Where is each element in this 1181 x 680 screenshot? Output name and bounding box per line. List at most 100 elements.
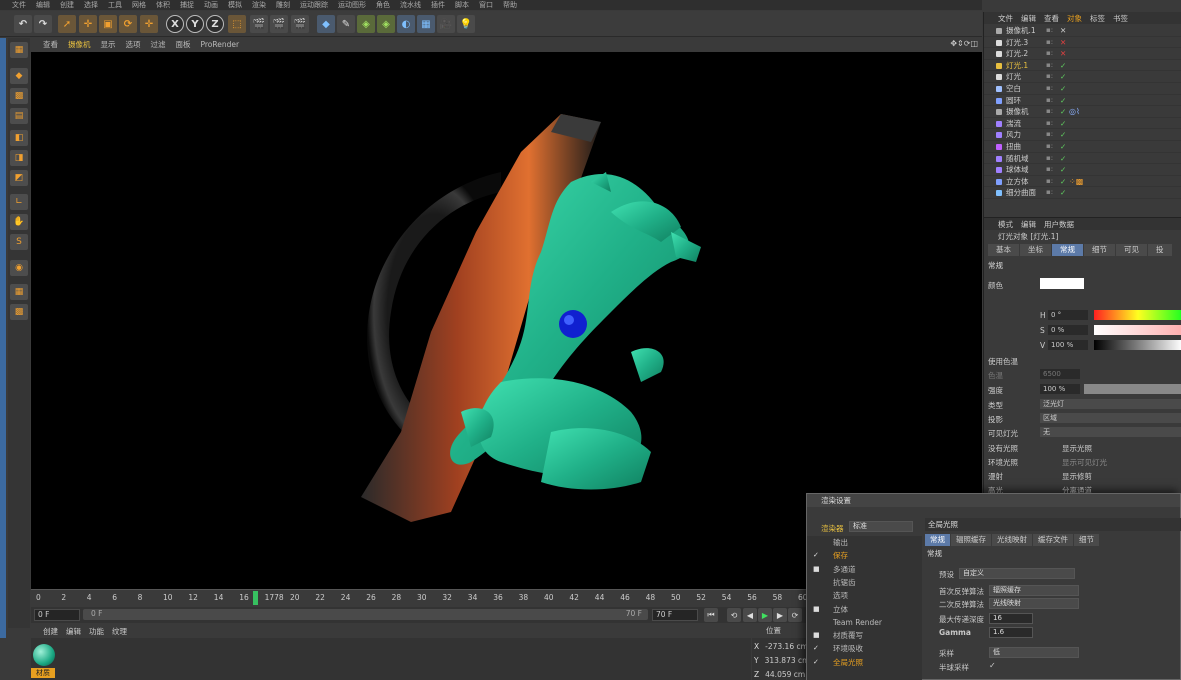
menu-item[interactable]: 动画: [204, 0, 218, 10]
hemisphere-sampling-checkbox[interactable]: ✓: [989, 661, 996, 670]
menu-item[interactable]: 渲染: [252, 0, 266, 10]
object-name[interactable]: 摄像机: [1006, 106, 1029, 117]
layer-flag-icon[interactable]: ▪:: [1046, 83, 1053, 94]
render-setting-item[interactable]: ✓ 环境吸收: [807, 642, 922, 655]
record-icon[interactable]: ⟳: [788, 608, 802, 622]
hue-slider[interactable]: [1094, 310, 1181, 320]
render-setting-item[interactable]: 选项: [807, 589, 922, 602]
object-name[interactable]: 灯光.3: [1006, 37, 1028, 48]
object-name[interactable]: 圆环: [1006, 95, 1021, 106]
object-name[interactable]: 扭曲: [1006, 141, 1021, 152]
visible-light-dropdown[interactable]: 无: [1040, 427, 1181, 437]
layer-flag-icon[interactable]: ▪:: [1046, 118, 1053, 129]
tweak-icon[interactable]: ✋: [10, 214, 28, 230]
object-name[interactable]: 风力: [1006, 129, 1021, 140]
camera-tag-icon[interactable]: ◎⌇: [1069, 106, 1080, 117]
viewport-nav-icons[interactable]: ✥⇕⟳◫: [950, 39, 978, 48]
secondary-method-dropdown[interactable]: 光线映射: [989, 598, 1079, 609]
layer-flag-icon[interactable]: ▪:: [1046, 60, 1053, 71]
material-menu-create[interactable]: 创建: [43, 626, 58, 637]
object-name[interactable]: 摄像机.1: [1006, 25, 1036, 36]
render-setting-item[interactable]: ■ 材质覆写: [807, 629, 922, 642]
samples-dropdown[interactable]: 低: [989, 647, 1079, 658]
object-name[interactable]: 空白: [1006, 83, 1021, 94]
type-dropdown[interactable]: 泛光灯: [1040, 399, 1181, 409]
object-name[interactable]: 湍流: [1006, 118, 1021, 129]
layer-flag-icon[interactable]: ▪:: [1046, 176, 1053, 187]
render-setting-item[interactable]: 输出: [807, 536, 922, 549]
material-menu-edit[interactable]: 编辑: [66, 626, 81, 637]
deformer-icon[interactable]: ◈: [377, 15, 395, 33]
pen-icon[interactable]: ✎: [337, 15, 355, 33]
saturation-slider[interactable]: [1094, 325, 1181, 335]
layer-flag-icon[interactable]: ▪:: [1046, 129, 1053, 140]
menu-item[interactable]: 帮助: [503, 0, 517, 10]
axis-mode-icon[interactable]: ∟: [10, 194, 28, 210]
viewport-menu-camera[interactable]: 摄像机: [68, 39, 91, 50]
render-setting-item[interactable]: ■ 立体: [807, 603, 922, 616]
loop-icon[interactable]: ⟲: [727, 608, 741, 622]
shadow-dropdown[interactable]: 区域: [1040, 413, 1181, 423]
render-setting-item[interactable]: ✓ 保存: [807, 549, 922, 562]
layer-flag-icon[interactable]: ▪:: [1046, 48, 1053, 59]
object-row[interactable]: 扭曲 ▪: ✓: [984, 141, 1181, 153]
menu-item[interactable]: 文件: [12, 0, 26, 10]
render-settings-icon[interactable]: 🎬: [291, 15, 309, 33]
render-setting-checkbox[interactable]: ■: [813, 629, 820, 642]
menu-item[interactable]: 运动图形: [338, 0, 366, 10]
menu-item[interactable]: 窗口: [479, 0, 493, 10]
use-temperature-label[interactable]: 使用色温: [988, 356, 1018, 367]
x-axis-button[interactable]: X: [166, 15, 184, 33]
menu-item[interactable]: 工具: [108, 0, 122, 10]
gi-tab[interactable]: 缓存文件: [1033, 534, 1073, 546]
visibility-check-icon[interactable]: ✓: [1060, 176, 1066, 187]
viewport-menu-options[interactable]: 选项: [126, 39, 141, 50]
timeline-ruler[interactable]: 0 2 4 6 8 10 12 14 16 1778 20 22 24 26 28 30 32 34 36 38 40 4…: [31, 589, 811, 606]
grid-icon[interactable]: ▩: [10, 304, 28, 320]
render-setting-item[interactable]: Team Render: [807, 616, 922, 629]
menu-item[interactable]: 捕捉: [180, 0, 194, 10]
visibility-check-icon[interactable]: ✓: [1060, 118, 1066, 129]
layer-flag-icon[interactable]: ▪:: [1046, 25, 1053, 36]
select-tool-icon[interactable]: ➚: [58, 15, 76, 33]
menu-item[interactable]: 体积: [156, 0, 170, 10]
field-icon[interactable]: ◐: [397, 15, 415, 33]
render-setting-checkbox[interactable]: ■: [813, 563, 820, 576]
object-row[interactable]: 灯光.1 ▪: ✓: [984, 60, 1181, 72]
value-slider[interactable]: [1094, 340, 1181, 350]
show-clipping-checkbox[interactable]: 显示修剪: [1062, 471, 1092, 482]
material-name-label[interactable]: 材质: [31, 668, 55, 678]
snap-icon[interactable]: ◉: [10, 260, 28, 276]
menu-item[interactable]: 创建: [60, 0, 74, 10]
render-setting-item[interactable]: 抗锯齿: [807, 576, 922, 589]
intensity-field[interactable]: 100 %: [1040, 384, 1080, 394]
menu-item[interactable]: 脚本: [455, 0, 469, 10]
menu-item[interactable]: 角色: [376, 0, 390, 10]
menu-item[interactable]: 网格: [132, 0, 146, 10]
render-view-icon[interactable]: 🎬: [250, 15, 268, 33]
menu-item[interactable]: 插件: [431, 0, 445, 10]
object-name[interactable]: 灯光: [1006, 71, 1021, 82]
visibility-check-icon[interactable]: ✓: [1060, 83, 1066, 94]
visibility-check-icon[interactable]: ✕: [1060, 37, 1066, 48]
end-frame-field[interactable]: 70 F: [652, 609, 698, 621]
last-tool-icon[interactable]: ✛: [140, 15, 158, 33]
object-row[interactable]: 球体域 ▪: ✓: [984, 164, 1181, 176]
primary-method-dropdown[interactable]: 辐照缓存: [989, 585, 1079, 596]
attribute-tab[interactable]: 投: [1148, 244, 1172, 256]
object-row[interactable]: 随机域 ▪: ✓: [984, 153, 1181, 165]
viewport-menu-display[interactable]: 显示: [101, 39, 116, 50]
object-row[interactable]: 灯光.3 ▪: ✕: [984, 37, 1181, 49]
gi-tab[interactable]: 辐照缓存: [951, 534, 991, 546]
undo-icon[interactable]: ↶: [14, 15, 32, 33]
object-row[interactable]: 湍流 ▪: ✓: [984, 118, 1181, 130]
visibility-check-icon[interactable]: ✓: [1060, 153, 1066, 164]
polygons-mode-icon[interactable]: ◩: [10, 170, 28, 186]
move-tool-icon[interactable]: ✛: [79, 15, 97, 33]
s-field[interactable]: 0 %: [1048, 325, 1088, 335]
attr-menu-userdata[interactable]: 用户数据: [1044, 219, 1074, 230]
layer-flag-icon[interactable]: ▪:: [1046, 187, 1053, 198]
coord-z-value[interactable]: 44.059 cm: [765, 670, 805, 679]
light-icon[interactable]: 💡: [457, 15, 475, 33]
render-setting-checkbox[interactable]: ✓: [813, 656, 819, 669]
